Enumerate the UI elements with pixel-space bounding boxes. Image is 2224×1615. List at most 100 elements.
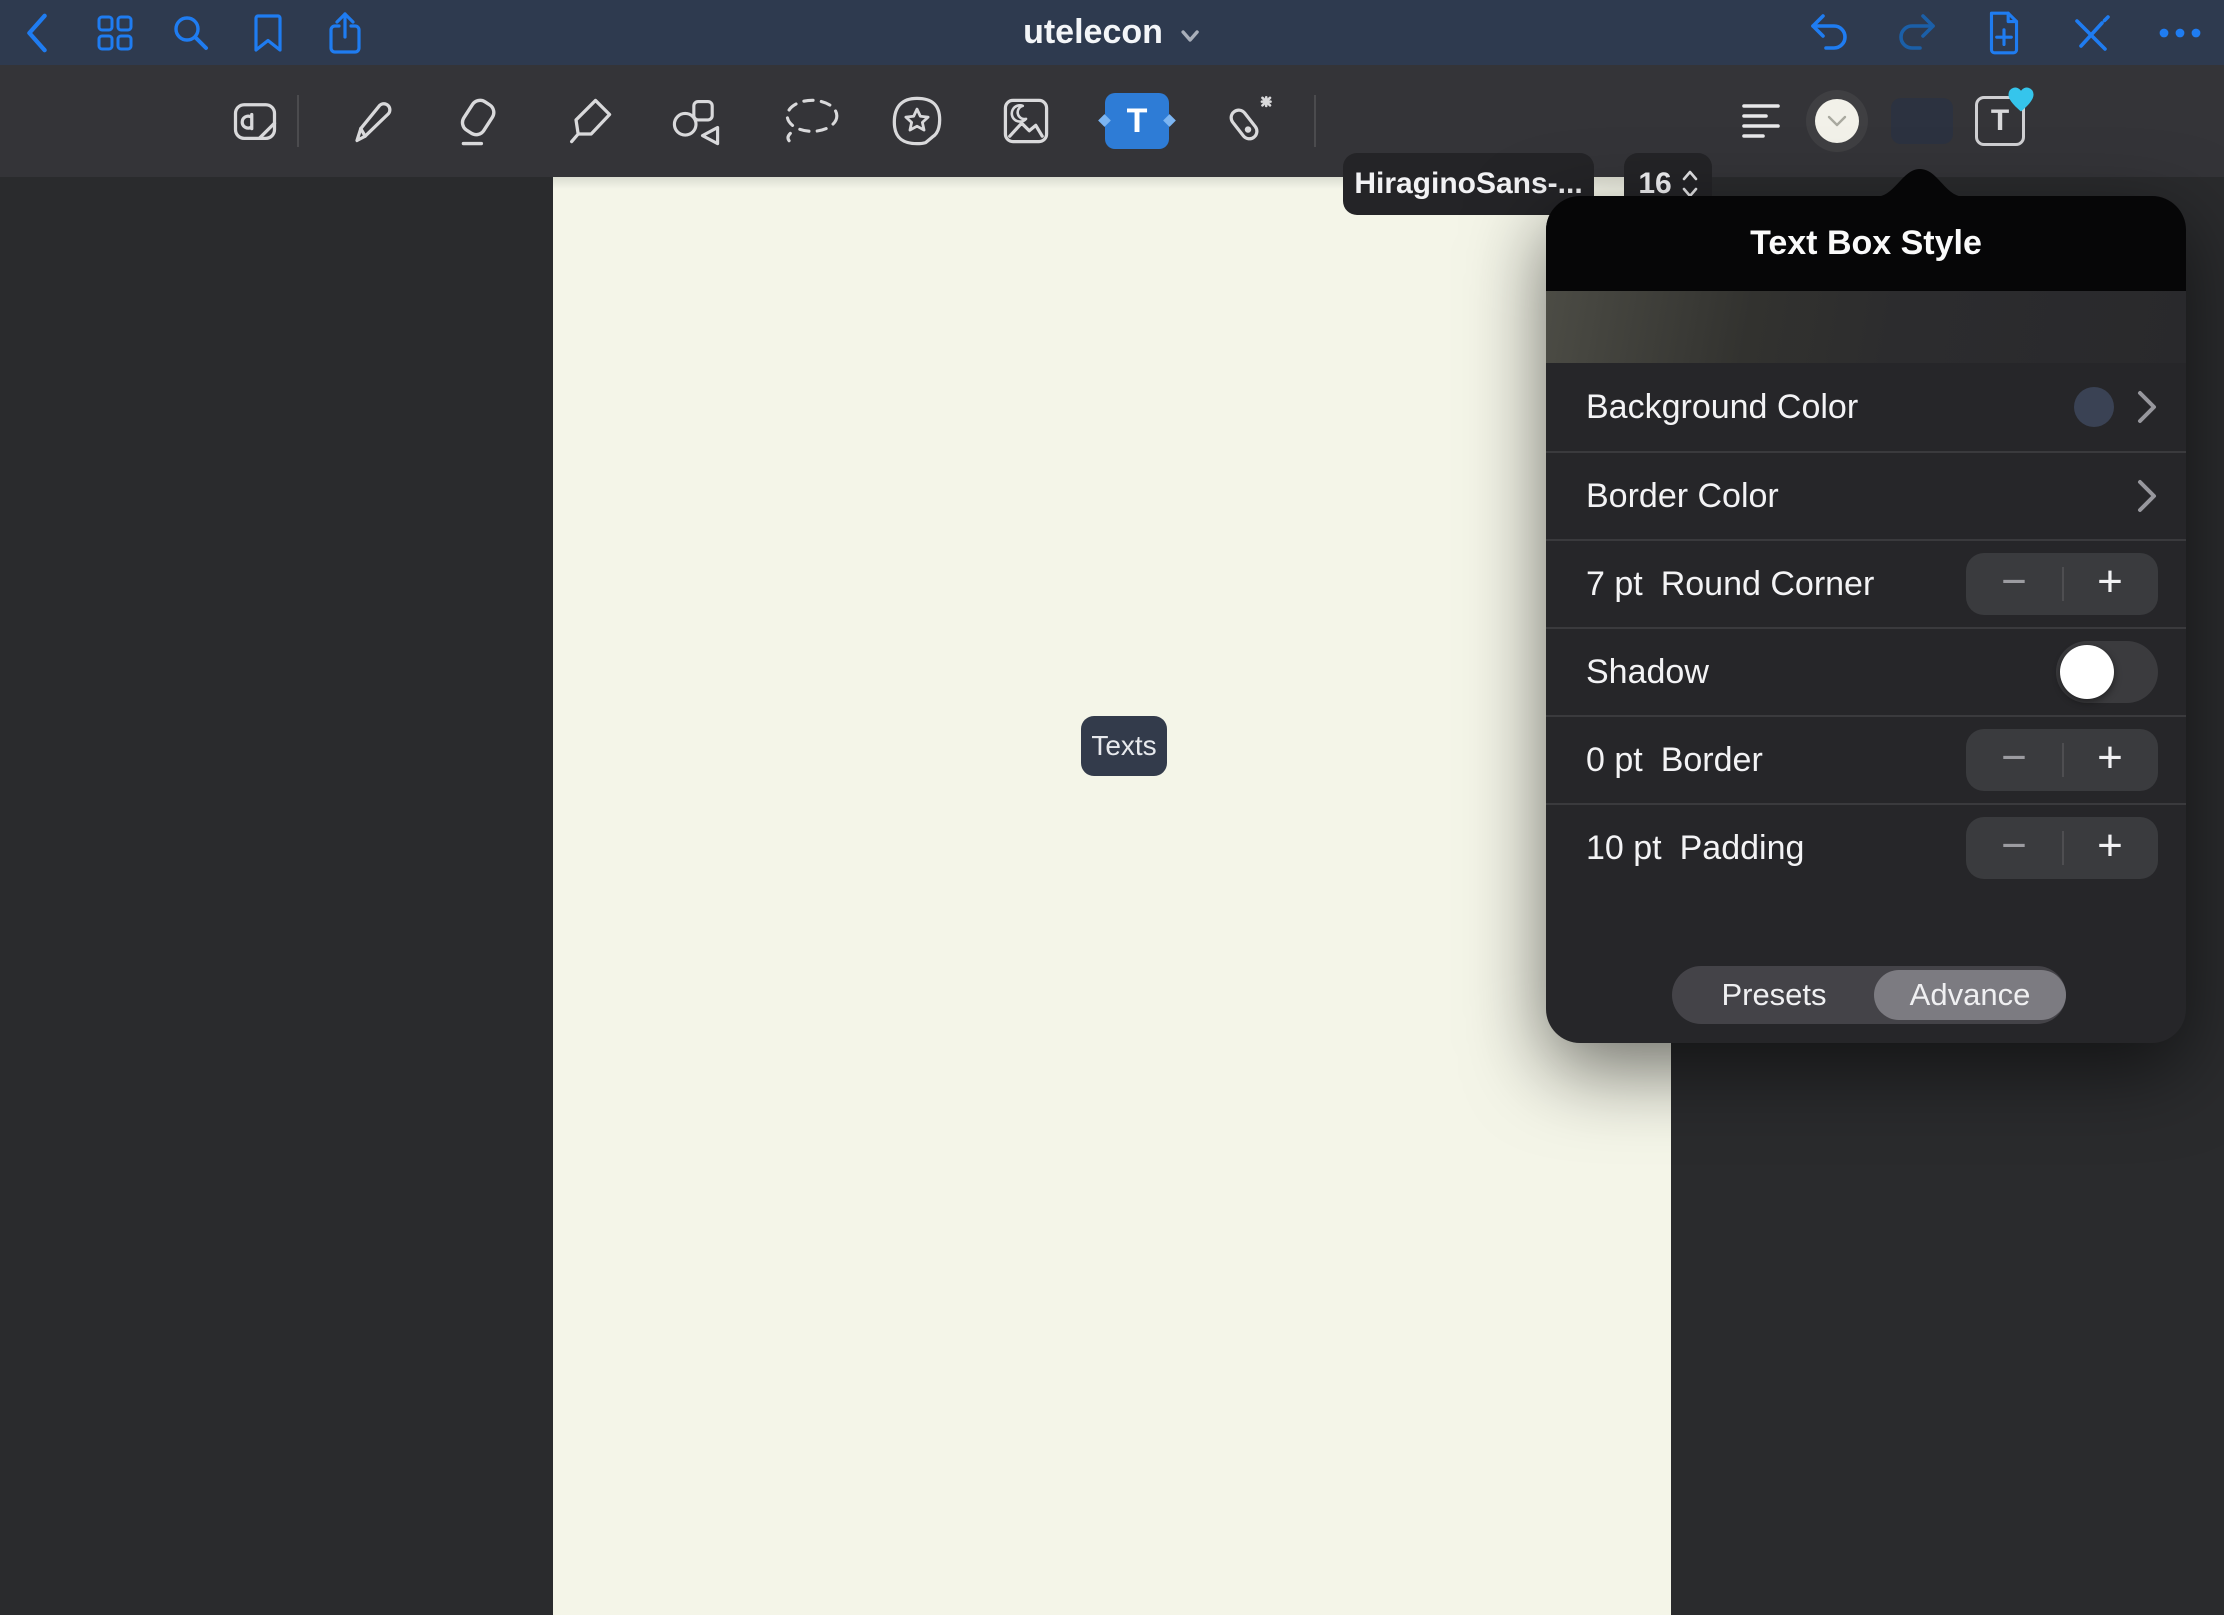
ellipsis-icon <box>2158 27 2202 39</box>
advance-tab[interactable]: Advance <box>1874 966 2066 1024</box>
undo-icon <box>1808 11 1852 55</box>
more-button[interactable] <box>2152 0 2208 65</box>
round-corner-minus-button[interactable]: − <box>1966 553 2062 615</box>
padding-stepper: − + <box>1966 817 2158 879</box>
highlighter-icon <box>563 95 615 147</box>
textbox-background-button[interactable] <box>1891 65 1953 177</box>
round-corner-value: 7 pt <box>1586 565 1643 604</box>
updown-chevrons-icon <box>1682 169 1698 199</box>
row-label: Border Color <box>1586 477 1779 516</box>
border-minus-button[interactable]: − <box>1966 729 2062 791</box>
presets-tab[interactable]: Presets <box>1672 966 1876 1024</box>
navbar: utelecon <box>0 0 2224 65</box>
row-border-width: 0 pt Border − + <box>1546 715 2186 803</box>
search-button[interactable] <box>163 0 219 65</box>
row-label: Round Corner <box>1661 565 1875 604</box>
row-label: Padding <box>1680 829 1805 868</box>
lasso-icon <box>780 94 842 148</box>
redo-icon <box>1894 11 1938 55</box>
document-title-button[interactable]: utelecon <box>1017 0 1207 65</box>
text-box-style-button[interactable]: T <box>1975 65 2025 177</box>
padding-minus-button[interactable]: − <box>1966 817 2062 879</box>
text-tool-selected-icon: T <box>1105 93 1169 149</box>
font-family-value: HiraginoSans-... <box>1354 167 1582 201</box>
row-round-corner: 7 pt Round Corner − + <box>1546 539 2186 627</box>
back-button[interactable] <box>9 0 65 65</box>
toolbar-divider <box>297 95 299 147</box>
edit-mode-icon <box>229 95 281 147</box>
align-left-icon <box>1742 101 1782 141</box>
row-label: Border <box>1661 741 1763 780</box>
share-button[interactable] <box>317 0 373 65</box>
popover-arrow <box>1875 167 1965 197</box>
chevron-down-icon <box>1179 27 1201 45</box>
panel-title: Text Box Style <box>1546 196 2186 291</box>
grid-icon <box>97 15 133 51</box>
text-color-swatch <box>1815 99 1859 143</box>
laser-pointer-tool[interactable] <box>1221 65 1277 177</box>
pencil-x-icon <box>2070 12 2112 54</box>
text-tool-left-handle <box>1098 114 1111 127</box>
back-chevron-icon <box>25 12 49 54</box>
pen-tool[interactable] <box>344 65 396 177</box>
text-tool-letter: T <box>1127 102 1148 141</box>
bookmark-button[interactable] <box>240 0 296 65</box>
row-border-color[interactable]: Border Color <box>1546 451 2186 539</box>
background-color-swatch <box>2074 387 2114 427</box>
search-icon <box>172 14 210 52</box>
toolbar-divider <box>1314 95 1316 147</box>
toggle-knob <box>2060 645 2114 699</box>
row-shadow: Shadow <box>1546 627 2186 715</box>
chevron-right-icon <box>2136 389 2158 425</box>
row-label: Shadow <box>1586 653 1709 692</box>
shadow-toggle[interactable] <box>2056 641 2158 703</box>
panel-footer-segmented: Presets Advance <box>1672 966 2066 1024</box>
text-align-button[interactable] <box>1742 65 1782 177</box>
highlighter-tool[interactable] <box>563 65 615 177</box>
padding-value: 10 pt <box>1586 829 1662 868</box>
document-title: utelecon <box>1023 13 1163 52</box>
border-value: 0 pt <box>1586 741 1643 780</box>
add-page-button[interactable] <box>1976 0 2032 65</box>
border-plus-button[interactable]: + <box>2062 729 2158 791</box>
laser-pointer-icon <box>1221 93 1277 149</box>
sticker-icon <box>890 95 944 147</box>
redo-button[interactable] <box>1888 0 1944 65</box>
textbox-background-swatch <box>1891 98 1953 144</box>
add-page-icon <box>1985 9 2023 57</box>
text-style-icon: T <box>1975 96 2025 146</box>
presets-label: Presets <box>1721 977 1826 1013</box>
shapes-tool[interactable] <box>669 65 723 177</box>
padding-plus-button[interactable]: + <box>2062 817 2158 879</box>
tools-toolbar: T HiraginoSans-... 16 <box>0 65 2224 177</box>
border-stepper: − + <box>1966 729 2158 791</box>
row-label: Background Color <box>1586 388 1858 427</box>
text-tool[interactable]: T <box>1105 65 1169 177</box>
chevron-right-icon <box>2136 478 2158 514</box>
sticker-tool[interactable] <box>890 65 944 177</box>
lasso-tool[interactable] <box>780 65 842 177</box>
text-color-button[interactable] <box>1815 65 1859 177</box>
pen-icon <box>344 95 396 147</box>
eraser-icon <box>451 94 505 148</box>
row-background-color[interactable]: Background Color <box>1546 363 2186 451</box>
undo-button[interactable] <box>1802 0 1858 65</box>
share-icon <box>327 10 363 56</box>
edit-mode-tool[interactable] <box>229 65 281 177</box>
advance-label: Advance <box>1910 977 2031 1013</box>
pencil-x-button[interactable] <box>2063 0 2119 65</box>
image-tool[interactable] <box>1000 65 1052 177</box>
text-box-style-panel: Text Box Style Background Color Border C… <box>1546 196 2186 1043</box>
note-page <box>553 177 1671 1615</box>
heart-badge-icon <box>2006 85 2036 113</box>
round-corner-stepper: − + <box>1966 553 2158 615</box>
row-padding: 10 pt Padding − + <box>1546 803 2186 891</box>
eraser-tool[interactable] <box>451 65 505 177</box>
text-box-object[interactable]: Texts <box>1081 716 1167 776</box>
round-corner-plus-button[interactable]: + <box>2062 553 2158 615</box>
image-icon <box>1000 95 1052 147</box>
shapes-icon <box>669 94 723 148</box>
thumbnails-button[interactable] <box>87 0 143 65</box>
text-tool-right-handle <box>1163 114 1176 127</box>
panel-rows: Background Color Border Color 7 pt Round… <box>1546 363 2186 891</box>
